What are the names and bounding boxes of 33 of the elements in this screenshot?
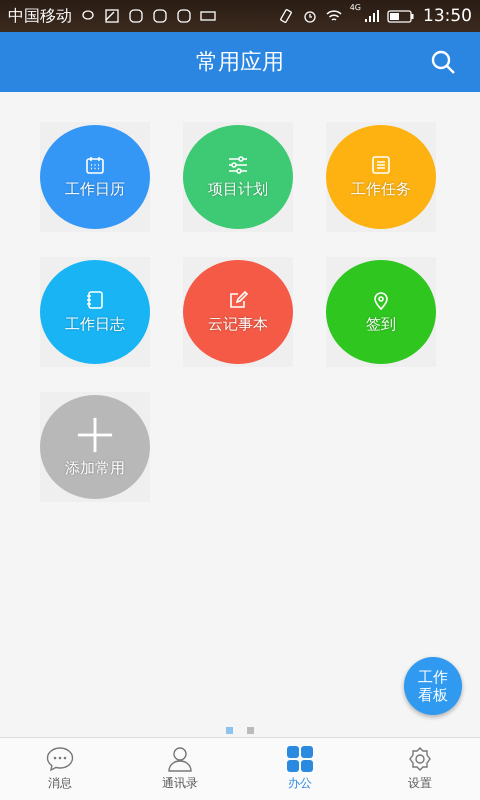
add-app-button[interactable]: 添加常用 [40, 395, 150, 499]
app-button[interactable]: 云记事本 [183, 260, 293, 364]
notebook-icon [85, 290, 105, 310]
floating-action-button[interactable]: 工作看板 [404, 657, 462, 715]
app-button[interactable]: 工作日志 [40, 260, 150, 364]
chat-bubble-icon [46, 746, 74, 772]
edit-icon [228, 290, 248, 310]
calendar-icon [85, 155, 105, 175]
app-notification-icon [152, 8, 168, 24]
clock-time: 13:50 [423, 6, 472, 26]
nav-tab[interactable]: 设置 [360, 738, 480, 800]
sliders-icon [228, 155, 248, 175]
app-notification-icon [176, 8, 192, 24]
app-button[interactable]: 签到 [326, 260, 436, 364]
app-button[interactable]: 项目计划 [183, 125, 293, 229]
nav-tab[interactable]: 办公 [240, 738, 360, 800]
battery-icon [387, 8, 415, 24]
network-type: 4G [350, 3, 361, 12]
app-button[interactable]: 工作任务 [326, 125, 436, 229]
nav-tab[interactable]: 消息 [0, 738, 120, 800]
grid-icon [286, 746, 314, 772]
location-pin-icon [371, 290, 391, 310]
image-icon [104, 8, 120, 24]
plus-icon [76, 416, 114, 454]
carrier-name: 中国移动 [8, 6, 72, 26]
signal-icon [363, 8, 379, 24]
page-title: 常用应用 [196, 49, 284, 77]
app-notification-icon [128, 8, 144, 24]
person-icon [166, 746, 194, 772]
nav-tab[interactable]: 通讯录 [120, 738, 240, 800]
list-icon [371, 155, 391, 175]
search-icon[interactable] [430, 49, 456, 75]
app-button[interactable]: 工作日历 [40, 125, 150, 229]
